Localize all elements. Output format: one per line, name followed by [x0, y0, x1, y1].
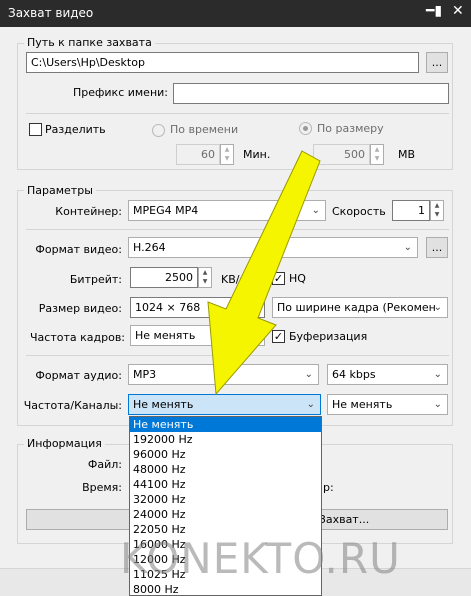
annotation-arrow [207, 150, 321, 396]
watermark: KONEKTO.RU [120, 534, 401, 583]
arrow-shape [207, 150, 321, 396]
